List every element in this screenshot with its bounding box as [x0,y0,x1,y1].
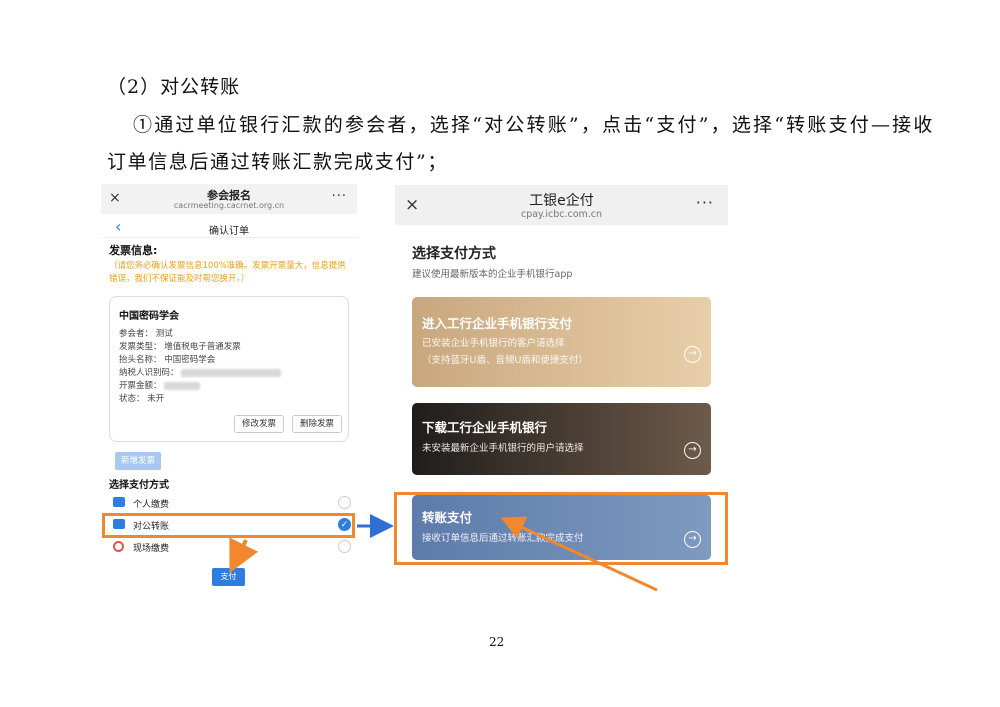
page-number: 22 [489,635,505,649]
invoice-heading: 发票信息: [109,244,158,257]
more-icon[interactable]: ··· [332,189,347,204]
edit-invoice-button[interactable]: 修改发票 [234,415,284,433]
left-top-bar: × 参会报名 cacrmeeting.cacrnet.org.cn ··· [101,184,357,214]
option-desc: （支持蓝牙U盾、音频U盾和便捷支付） [422,355,588,366]
option-desc: 未安装最新企业手机银行的用户请选择 [422,443,584,454]
blurred-value [181,368,282,377]
invoice-card: 中国密码学会 参会者： 测试 发票类型： 增值税电子普通发票 抬头名称： 中国密… [109,296,349,442]
wallet-icon [113,497,125,507]
left-nav-bar: ‹ 确认订单 [101,216,357,238]
invoice-type-field: 发票类型： 增值税电子普通发票 [119,342,241,352]
highlight-box-transfer [394,492,728,565]
highlight-box-corporate [102,513,355,538]
tax-id-label: 纳税人识别码： [119,368,179,378]
tax-id-field: 纳税人识别码： [119,366,282,378]
radio-unchecked[interactable] [338,540,351,553]
payment-method-heading: 选择支付方式 [412,246,496,262]
arrow-right-icon[interactable]: → [684,442,701,459]
payment-method-heading: 选择支付方式 [109,480,169,491]
option-title: 进入工行企业手机银行支付 [422,316,573,331]
delete-invoice-button[interactable]: 删除发票 [292,415,342,433]
option-desc: 已安装企业手机银行的客户请选择 [422,338,565,349]
option-download-mobile-bank[interactable]: 下载工行企业手机银行 未安装最新企业手机银行的用户请选择 → [412,403,711,475]
blurred-value [164,381,201,390]
amount-label: 开票金额： [119,381,162,391]
payment-option-onsite[interactable]: 现场缴费 [109,538,353,556]
payment-option-label: 现场缴费 [133,544,170,554]
pay-button[interactable]: 支付 [212,568,245,586]
left-url: cacrmeeting.cacrnet.org.cn [173,201,285,210]
payment-option-personal[interactable]: 个人缴费 [109,494,353,512]
right-top-bar: × 工银e企付 cpay.icbc.com.cn ··· [395,185,728,225]
left-phone-screenshot: × 参会报名 cacrmeeting.cacrnet.org.cn ··· ‹ … [101,184,357,586]
option-enter-mobile-bank[interactable]: 进入工行企业手机银行支付 已安装企业手机银行的客户请选择 （支持蓝牙U盾、音频U… [412,297,711,387]
right-app-title: 工银e企付 [529,193,594,209]
nav-title: 确认订单 [209,226,249,237]
amount-field: 开票金额： [119,379,201,391]
more-icon[interactable]: ··· [696,193,714,212]
option-title: 下载工行企业手机银行 [422,420,548,435]
header-name-field: 抬头名称： 中国密码学会 [119,355,216,365]
attendee-field: 参会者： 测试 [119,329,173,339]
paragraph-line-2: 订单信息后通过转账汇款完成支付”； [107,151,448,173]
right-url: cpay.icbc.com.cn [520,209,603,220]
invoice-note: （请您务必确认发票信息100%准确。发票开票量大，信息提供错误，我们不保证能及时… [109,261,346,284]
arrow-right-icon[interactable]: → [684,346,701,363]
payment-option-label: 个人缴费 [133,500,170,510]
section-heading: （2）对公转账 [107,76,241,98]
paragraph-line-1: ①通过单位银行汇款的参会者，选择“对公转账”，点击“支付”，选择“转账支付—接收 [133,114,935,136]
radio-unchecked[interactable] [338,496,351,509]
status-field: 状态： 未开 [119,394,165,404]
add-invoice-button[interactable]: 新增发票 [115,452,161,470]
onsite-icon [113,541,124,552]
payment-method-subheading: 建议使用最新版本的企业手机银行app [412,269,573,280]
invoice-card-title: 中国密码学会 [119,311,179,322]
